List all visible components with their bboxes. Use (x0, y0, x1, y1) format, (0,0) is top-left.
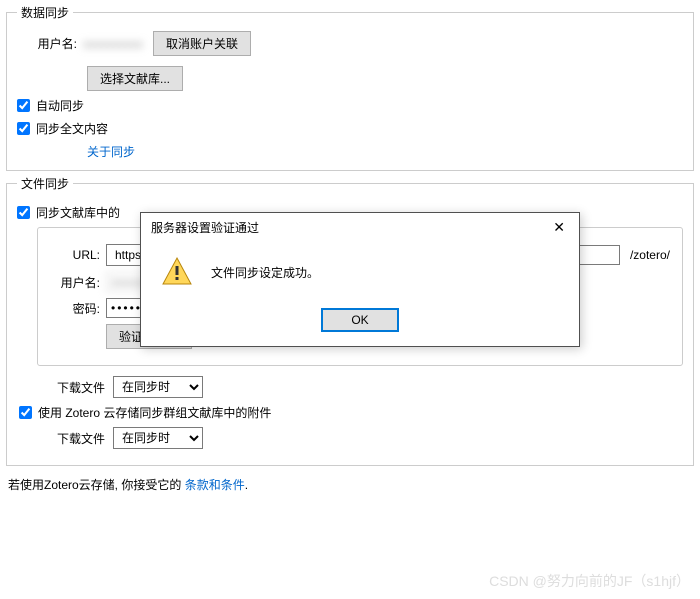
auto-sync-label: 自动同步 (36, 97, 84, 114)
ok-button[interactable]: OK (321, 308, 398, 332)
warning-icon (161, 256, 193, 288)
username-value: xxxxxxxxxx (83, 37, 143, 51)
download-select-2[interactable]: 在同步时 (113, 427, 203, 449)
watermark: CSDN @努力向前的JF（s1hjf） (489, 571, 690, 591)
password-label: 密码: (50, 300, 100, 317)
data-sync-section: 数据同步 用户名: xxxxxxxxxx 取消账户关联 选择文献库... 自动同… (6, 4, 694, 171)
url-label: URL: (50, 248, 100, 262)
sync-fulltext-label: 同步全文内容 (36, 120, 108, 137)
dialog-message: 文件同步设定成功。 (211, 264, 319, 281)
download-label-1: 下载文件 (57, 379, 105, 396)
url-suffix: /zotero/ (630, 248, 670, 262)
webdav-username-label: 用户名: (50, 274, 100, 291)
sync-fulltext-checkbox[interactable] (17, 122, 30, 135)
download-label-2: 下载文件 (57, 430, 105, 447)
about-sync-link[interactable]: 关于同步 (87, 145, 135, 159)
dialog-title: 服务器设置验证通过 (151, 219, 259, 236)
unlink-account-button[interactable]: 取消账户关联 (153, 31, 251, 56)
terms-link[interactable]: 条款和条件 (185, 478, 245, 492)
username-label: 用户名: (17, 35, 77, 52)
data-sync-legend: 数据同步 (17, 4, 73, 21)
use-zotero-storage-checkbox[interactable] (19, 406, 32, 419)
sync-attachments-checkbox[interactable] (17, 206, 30, 219)
auto-sync-checkbox[interactable] (17, 99, 30, 112)
close-icon[interactable]: ✕ (547, 219, 571, 236)
use-zotero-storage-label: 使用 Zotero 云存储同步群组文献库中的附件 (38, 404, 271, 421)
sync-attachments-label: 同步文献库中的 (36, 204, 120, 221)
file-sync-legend: 文件同步 (17, 175, 73, 192)
verification-dialog: 服务器设置验证通过 ✕ 文件同步设定成功。 OK (140, 212, 580, 347)
footer-text: 若使用Zotero云存储, 你接受它的 条款和条件. (8, 476, 692, 493)
choose-library-button[interactable]: 选择文献库... (87, 66, 183, 91)
download-select-1[interactable]: 在同步时 (113, 376, 203, 398)
